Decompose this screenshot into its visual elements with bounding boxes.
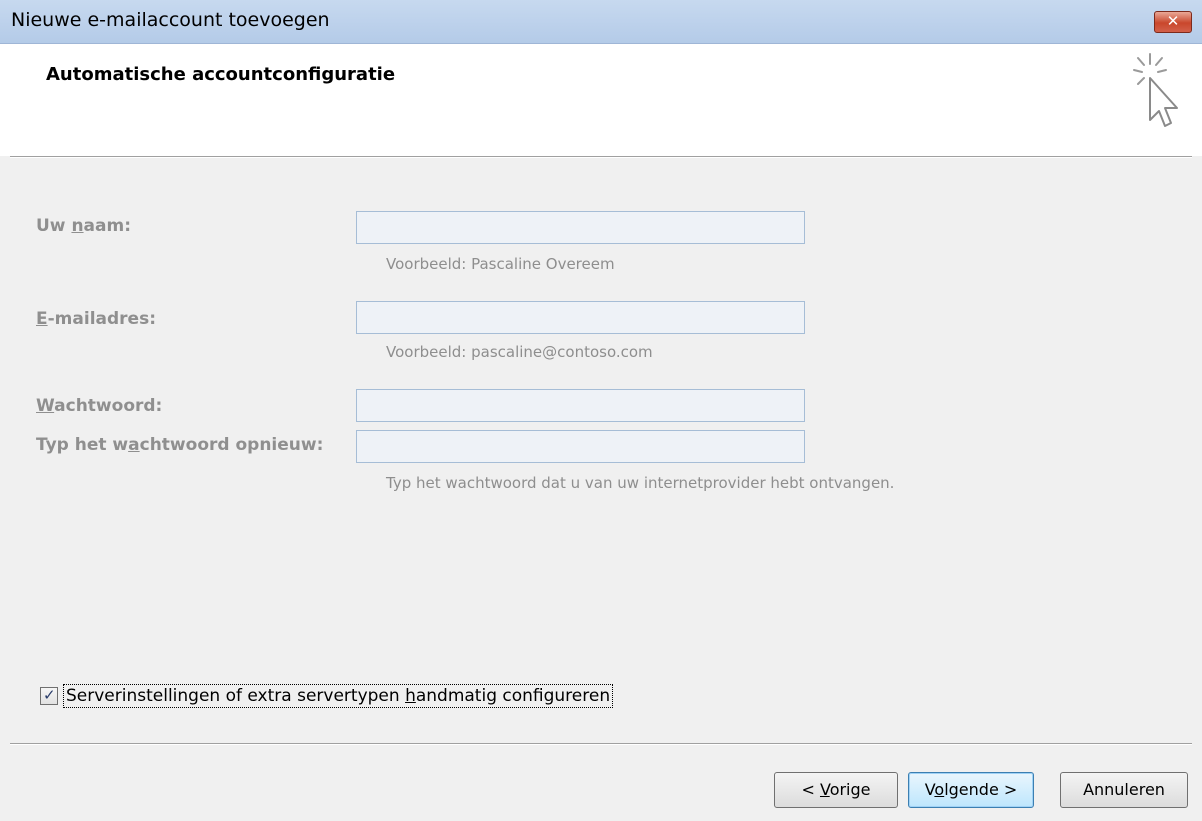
email-input[interactable]	[356, 301, 805, 334]
next-button[interactable]: Volgende >	[908, 772, 1034, 808]
name-label: Uw naam:	[36, 216, 132, 236]
manual-config-checkbox[interactable]: ✓	[40, 686, 58, 705]
checkmark-icon: ✓	[43, 686, 56, 704]
window-title: Nieuwe e-mailaccount toevoegen	[11, 9, 330, 31]
manual-config-label[interactable]: Serverinstellingen of extra servertypen …	[63, 684, 614, 708]
name-hint: Voorbeeld: Pascaline Overeem	[386, 255, 615, 273]
page-title: Automatische accountconfiguratie	[46, 64, 396, 85]
email-hint: Voorbeeld: pascaline@contoso.com	[386, 343, 653, 361]
footer-divider	[10, 743, 1192, 745]
password-repeat-input[interactable]	[356, 430, 805, 463]
close-icon: ✕	[1166, 12, 1180, 30]
password-repeat-label: Typ het wachtwoord opnieuw:	[36, 435, 324, 455]
dialog-header: Automatische accountconfiguratie	[0, 44, 1202, 156]
manual-config-option[interactable]: ✓ Serverinstellingen of extra servertype…	[40, 683, 614, 709]
password-hint: Typ het wachtwoord dat u van uw internet…	[386, 474, 895, 492]
password-input[interactable]	[356, 389, 805, 422]
back-button[interactable]: < Vorige	[774, 772, 898, 808]
name-input[interactable]	[356, 211, 805, 244]
cancel-button[interactable]: Annuleren	[1060, 772, 1188, 808]
password-label: Wachtwoord:	[36, 396, 163, 416]
close-button[interactable]: ✕	[1154, 11, 1192, 33]
auto-config-cursor-icon	[1133, 53, 1178, 127]
add-email-account-dialog: Nieuwe e-mailaccount toevoegen ✕ Automat…	[0, 0, 1202, 821]
header-divider	[10, 156, 1192, 158]
email-label: E-mailadres:	[36, 309, 156, 329]
title-bar[interactable]: Nieuwe e-mailaccount toevoegen ✕	[0, 0, 1202, 44]
